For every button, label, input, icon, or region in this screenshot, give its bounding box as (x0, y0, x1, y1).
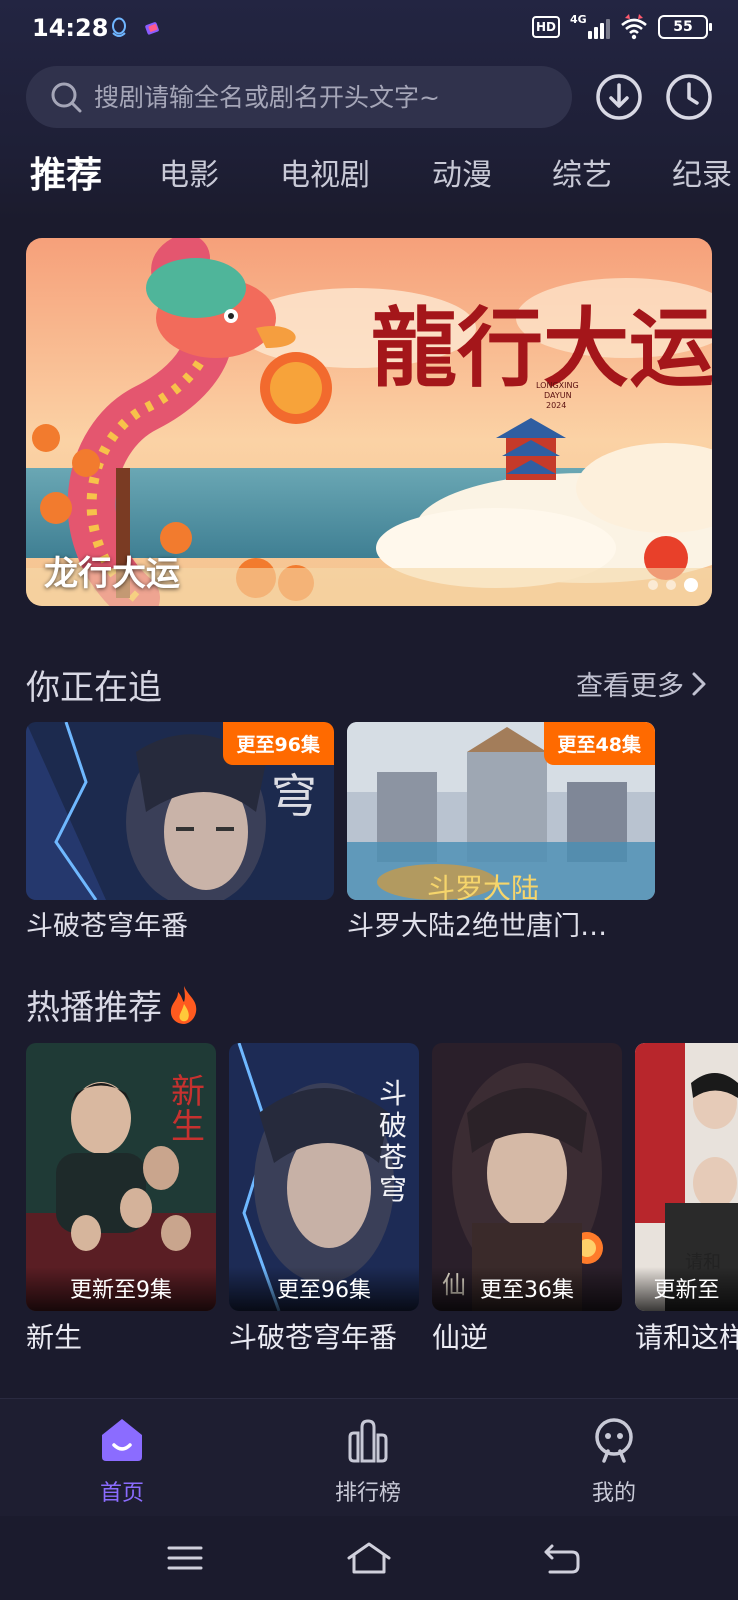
tab-anime[interactable]: 动漫 (432, 150, 492, 194)
home-icon (102, 1419, 142, 1461)
nav-mine[interactable]: 我的 (554, 1417, 674, 1507)
svg-text:生: 生 (171, 1107, 205, 1147)
ranking-icon (348, 1419, 388, 1463)
cellular-signal-icon: 4G (570, 13, 610, 39)
system-home-icon[interactable] (346, 1538, 392, 1578)
status-right: HD 4G 55 (531, 13, 712, 40)
tab-movies[interactable]: 电影 (159, 150, 219, 194)
status-time: 14:28 (32, 14, 109, 42)
hot-poster[interactable]: 新 生 更新至9集 (26, 1043, 216, 1311)
carousel-dot (666, 580, 676, 590)
nav-ranking[interactable]: 排行榜 (308, 1417, 428, 1507)
carousel-dot-active (684, 578, 698, 592)
nav-home[interactable]: 首页 (62, 1417, 182, 1507)
update-badge: 更至48集 (543, 722, 655, 765)
update-badge: 更至96集 (222, 722, 334, 765)
svg-text:破: 破 (379, 1109, 407, 1142)
network-type: 4G (570, 13, 587, 26)
tab-recommend[interactable]: 推荐 (30, 150, 102, 198)
episode-label: 更新至9集 (26, 1267, 216, 1311)
episode-label: 更新至 (635, 1267, 738, 1311)
svg-text:穹: 穹 (379, 1173, 407, 1206)
download-icon[interactable] (594, 72, 644, 122)
svg-text:苍: 苍 (379, 1141, 407, 1174)
svg-text:斗罗大陆: 斗罗大陆 (427, 872, 539, 900)
search-input[interactable] (94, 82, 534, 112)
tab-tv-series[interactable]: 电视剧 (280, 150, 370, 194)
search-bar[interactable] (26, 66, 572, 128)
banner-art-sub1: LONGXING (536, 381, 579, 390)
hot-poster[interactable]: 仙 更至36集 (432, 1043, 622, 1311)
profile-icon (595, 1418, 633, 1463)
tab-variety[interactable]: 综艺 (552, 150, 612, 194)
see-more-link[interactable]: 查看更多 (576, 664, 708, 703)
nav-home-label: 首页 (99, 1481, 144, 1506)
watching-card[interactable]: 斗罗大陆 更至48集 (347, 722, 655, 900)
banner-art-sub2: DAYUN (544, 391, 572, 400)
history-clock-icon[interactable] (664, 72, 714, 122)
search-icon (51, 82, 82, 113)
bottom-nav: 首页 排行榜 我的 (0, 1398, 738, 1516)
app-notification-icon (145, 22, 159, 35)
hot-poster[interactable]: 请和 更新至 (635, 1043, 738, 1311)
back-icon[interactable] (542, 1538, 582, 1578)
status-bar: 14:28 HD 4G 55 (0, 0, 738, 56)
menu-icon[interactable] (165, 1538, 205, 1578)
hot-poster-title[interactable]: 请和这样 (635, 1316, 738, 1356)
qq-icon (112, 17, 126, 37)
section-title-hot-wrapper: 热播推荐 (26, 980, 202, 1029)
hd-icon: HD (531, 16, 560, 38)
fire-icon (170, 985, 197, 1024)
banner-title: 龙行大运 (44, 554, 180, 594)
nav-mine-label: 我的 (591, 1481, 636, 1506)
watching-title[interactable]: 斗破苍穹年番 (26, 904, 334, 943)
svg-text:新: 新 (171, 1072, 205, 1112)
svg-text:穹: 穹 (271, 769, 317, 823)
banner-carousel[interactable]: 龍行大运 LONGXING DAYUN 2024 龙行大运 (26, 238, 712, 606)
hot-poster-title[interactable]: 斗破苍穹年番 (229, 1316, 397, 1356)
banner-art-year: 2024 (546, 401, 566, 410)
episode-label: 更至96集 (229, 1267, 419, 1311)
watching-title[interactable]: 斗罗大陆2绝世唐门… (347, 904, 647, 943)
carousel-indicator (648, 578, 698, 592)
wifi-icon (621, 14, 647, 40)
episode-label: 更至36集 (432, 1267, 622, 1311)
see-more-label: 查看更多 (576, 671, 684, 702)
hot-poster[interactable]: 斗 破 苍 穹 更至96集 (229, 1043, 419, 1311)
section-title-watching: 你正在追 (26, 668, 162, 708)
tab-documentary[interactable]: 纪录 (672, 150, 732, 194)
category-tabs: 推荐 电影 电视剧 动漫 综艺 纪录 (0, 150, 738, 200)
battery-icon: 55 (658, 15, 712, 39)
svg-text:斗: 斗 (379, 1077, 407, 1110)
chevron-right-icon (692, 672, 706, 695)
section-title-hot: 热播推荐 (26, 988, 162, 1028)
system-nav-bar (0, 1516, 738, 1600)
hot-poster-title[interactable]: 新生 (26, 1316, 82, 1356)
hot-poster-title[interactable]: 仙逆 (432, 1316, 488, 1356)
carousel-dot (648, 580, 658, 590)
watching-card[interactable]: 穹 更至96集 (26, 722, 334, 900)
nav-ranking-label: 排行榜 (334, 1481, 401, 1506)
